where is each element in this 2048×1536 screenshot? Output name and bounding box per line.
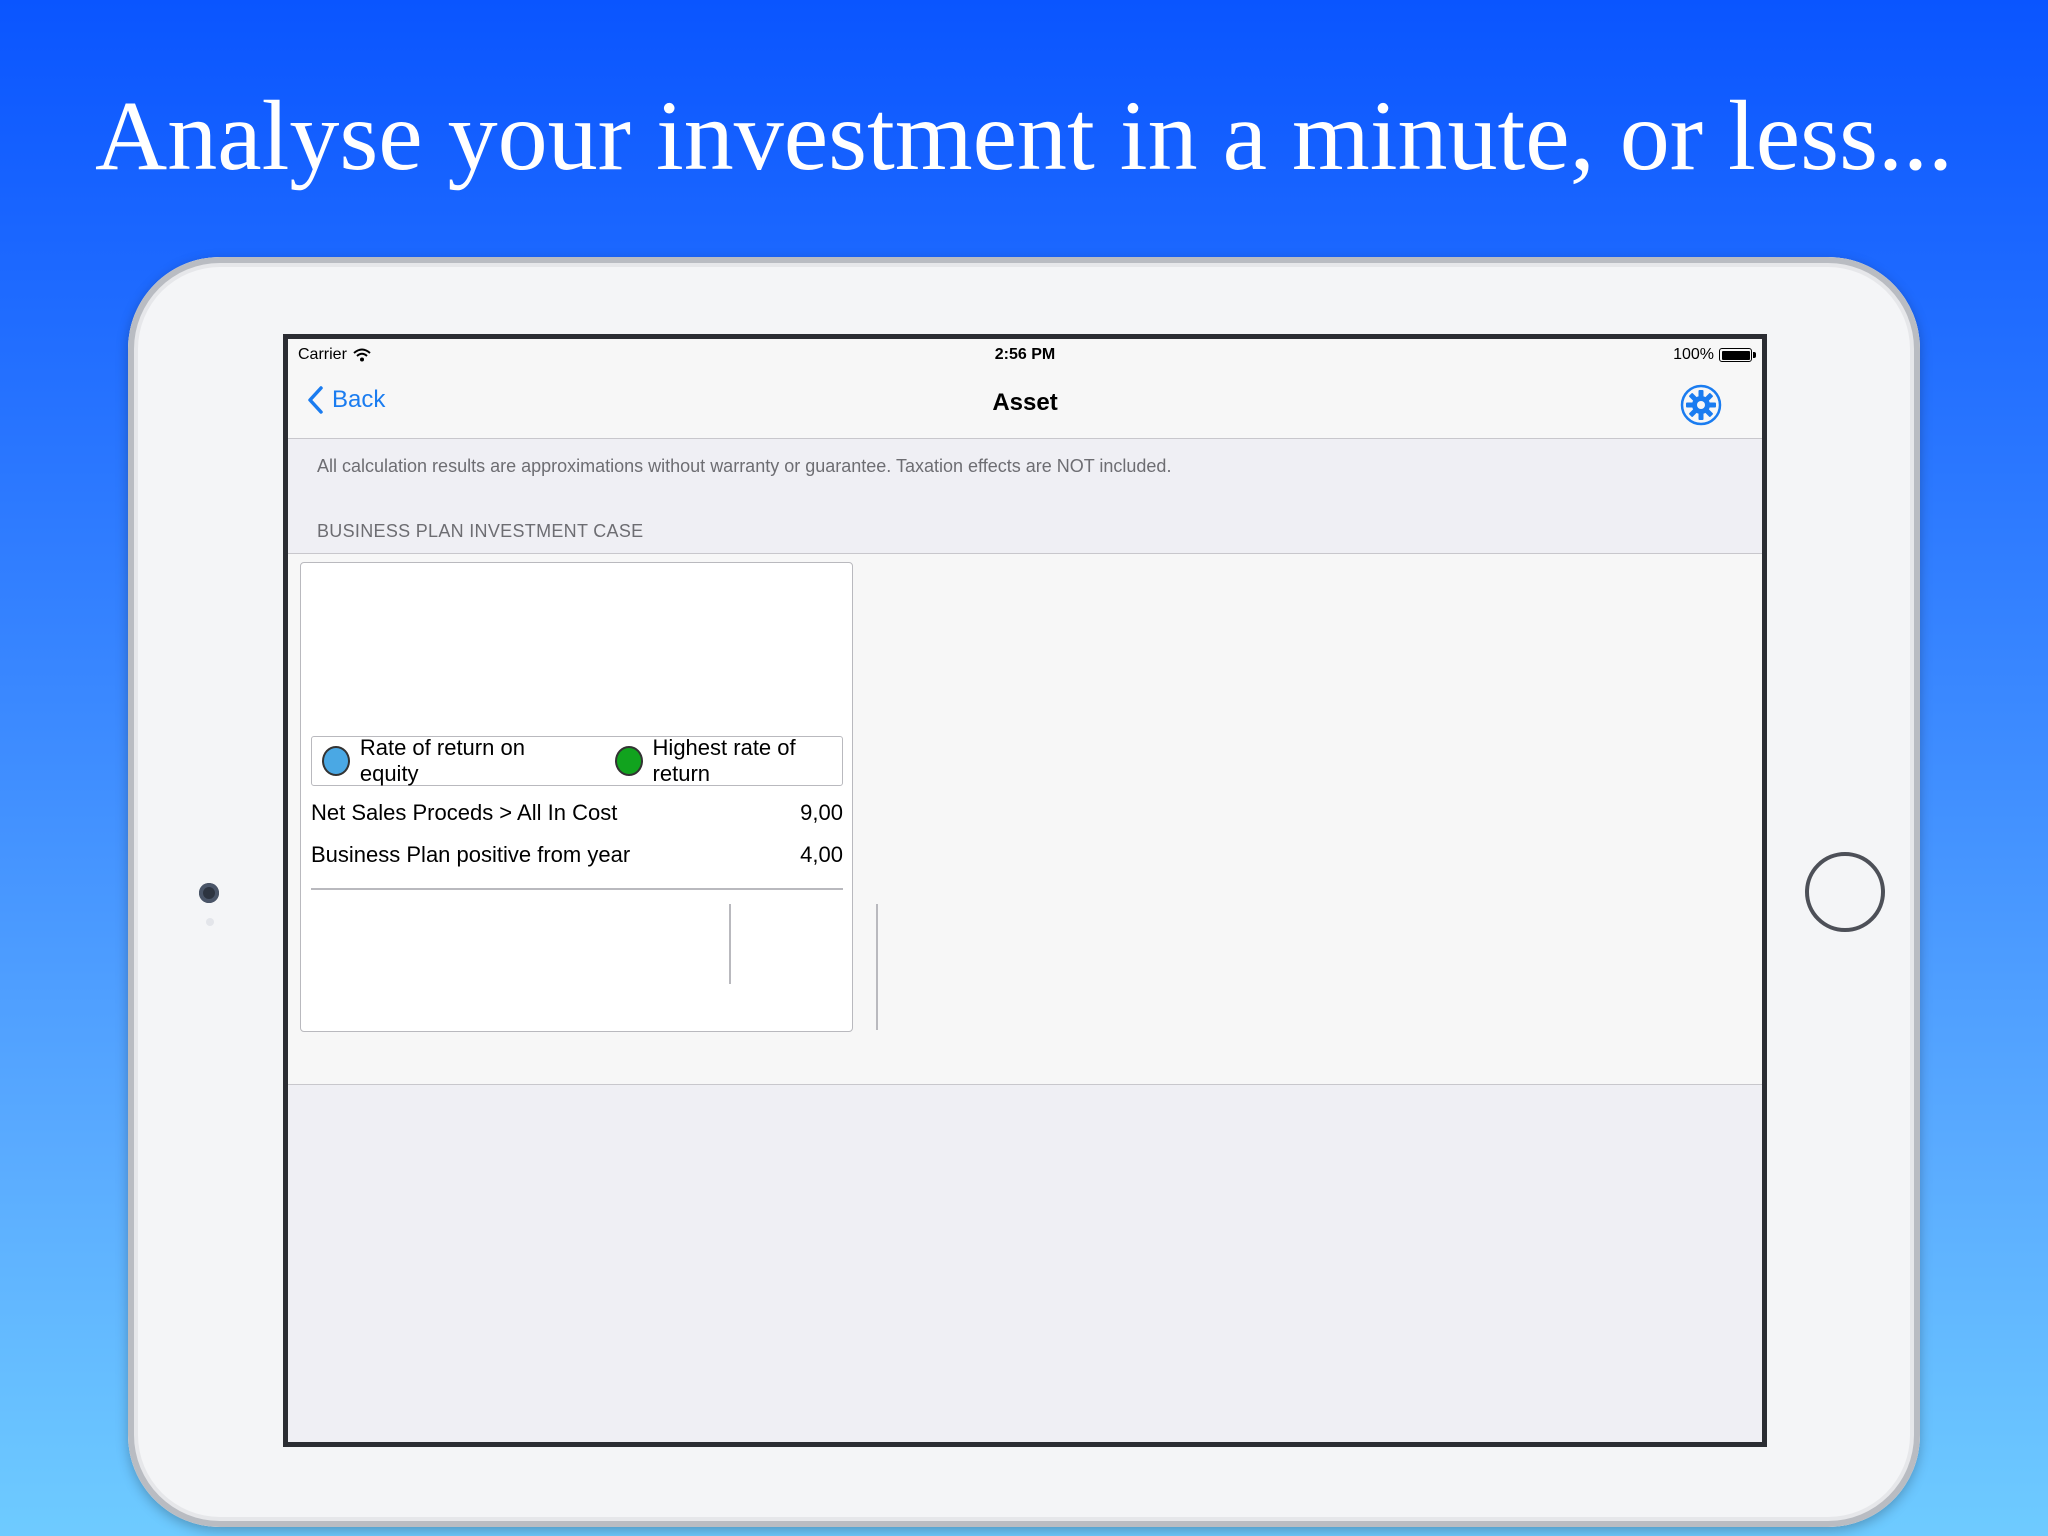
disclaimer-text: All calculation results are approximatio… bbox=[317, 456, 1172, 476]
battery-icon bbox=[1719, 348, 1756, 362]
back-label: Back bbox=[332, 386, 386, 413]
page-title: Asset bbox=[992, 389, 1058, 416]
positive-year-label: Business Plan positive from year bbox=[311, 842, 631, 867]
chevron-left-icon bbox=[308, 386, 323, 414]
chart-panel: Rate of return on equity Highest rate of… bbox=[300, 562, 878, 1032]
gear-icon[interactable] bbox=[1680, 384, 1722, 426]
net-sales-row: Net Sales Proceds > All In Cost 9,00 bbox=[311, 800, 843, 826]
home-button[interactable] bbox=[1805, 852, 1885, 932]
divider bbox=[311, 888, 843, 890]
legend-label-highest: Highest rate of return bbox=[652, 735, 796, 786]
positive-year-value: 4,00 bbox=[800, 842, 843, 867]
back-button[interactable]: Back bbox=[306, 385, 385, 415]
legend-green-dot bbox=[614, 746, 643, 776]
legend-item-return: Rate of return on equity bbox=[322, 735, 571, 787]
net-sales-value: 9,00 bbox=[800, 800, 843, 825]
legend-blue-dot bbox=[322, 746, 350, 776]
camera bbox=[199, 883, 219, 903]
headline: Analyse your investment in a minute, or … bbox=[94, 80, 1953, 191]
status-bar: Carrier 2:56 PM 100% bbox=[288, 339, 1762, 369]
positive-year-row: Business Plan positive from year 4,00 bbox=[311, 842, 843, 868]
clock: 2:56 PM bbox=[994, 346, 1056, 363]
screen: Carrier 2:56 PM 100% Back Asset All calc… bbox=[283, 334, 1767, 1447]
chart-legend: Rate of return on equity Highest rate of… bbox=[311, 735, 843, 787]
battery-percent: 100% bbox=[1673, 346, 1714, 363]
legend-label-return: Rate of return on equity bbox=[359, 735, 525, 786]
legend-item-highest: Highest rate of return bbox=[614, 735, 842, 787]
return-chart bbox=[301, 563, 854, 725]
section-header-business-plan: BUSINESS PLAN INVESTMENT CASE bbox=[317, 521, 644, 541]
ipad-frame: Carrier 2:56 PM 100% Back Asset All calc… bbox=[128, 257, 1920, 1527]
navigation-bar: Back Asset bbox=[288, 369, 1762, 439]
camera-sensor bbox=[206, 918, 214, 926]
net-sales-label: Net Sales Proceds > All In Cost bbox=[311, 800, 618, 825]
